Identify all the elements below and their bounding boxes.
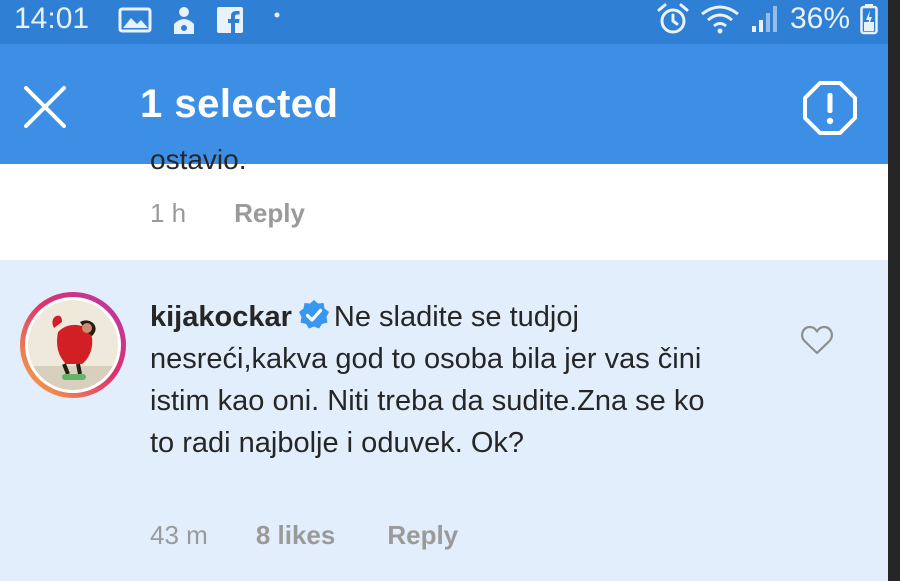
alarm-icon: [657, 3, 689, 34]
status-indicators: 36%: [656, 2, 878, 36]
comment-likes-count[interactable]: 8 likes: [256, 520, 336, 551]
screen-edge: [888, 0, 900, 581]
instagram-comments-screen: 14:01 36% 1 selected ostavio. 1 h Reply …: [0, 0, 888, 581]
comment-reply-button[interactable]: Reply: [387, 520, 458, 551]
comment-username[interactable]: kijakockar: [150, 301, 292, 333]
heart-outline-icon[interactable]: [800, 324, 834, 356]
gallery-icon: [118, 7, 152, 33]
person-notification-icon: [174, 7, 194, 34]
selection-action-bar: 1 selected: [0, 44, 888, 164]
previous-comment-meta: 1 h Reply: [150, 198, 305, 229]
selected-comment[interactable]: kijakockar Ne sladite se tudjoj nesreći,…: [0, 260, 888, 581]
selected-comment-meta: 43 m 8 likes Reply: [150, 520, 458, 551]
comment-body: kijakockar Ne sladite se tudjoj nesreći,…: [150, 296, 710, 464]
facebook-icon: [217, 7, 243, 34]
avatar[interactable]: [20, 292, 126, 398]
battery-icon: [860, 4, 878, 35]
previous-comment-time: 1 h: [150, 198, 187, 228]
profile-picture: [28, 300, 118, 390]
signal-icon: [751, 6, 777, 32]
status-bar: 14:01 36%: [0, 0, 888, 44]
previous-comment-reply-button[interactable]: Reply: [234, 198, 305, 229]
status-time: 14:01: [14, 2, 90, 35]
dot-icon: [274, 12, 280, 18]
battery-percent: 36%: [789, 2, 850, 35]
verified-badge-icon: [298, 300, 329, 329]
previous-comment: ostavio. 1 h Reply: [0, 144, 888, 260]
selection-count-title: 1 selected: [140, 82, 339, 126]
comment-time: 43 m: [150, 520, 208, 550]
wifi-icon: [701, 5, 739, 34]
previous-comment-text: ostavio.: [150, 144, 247, 175]
close-icon[interactable]: [20, 82, 70, 132]
report-icon[interactable]: [802, 80, 858, 136]
